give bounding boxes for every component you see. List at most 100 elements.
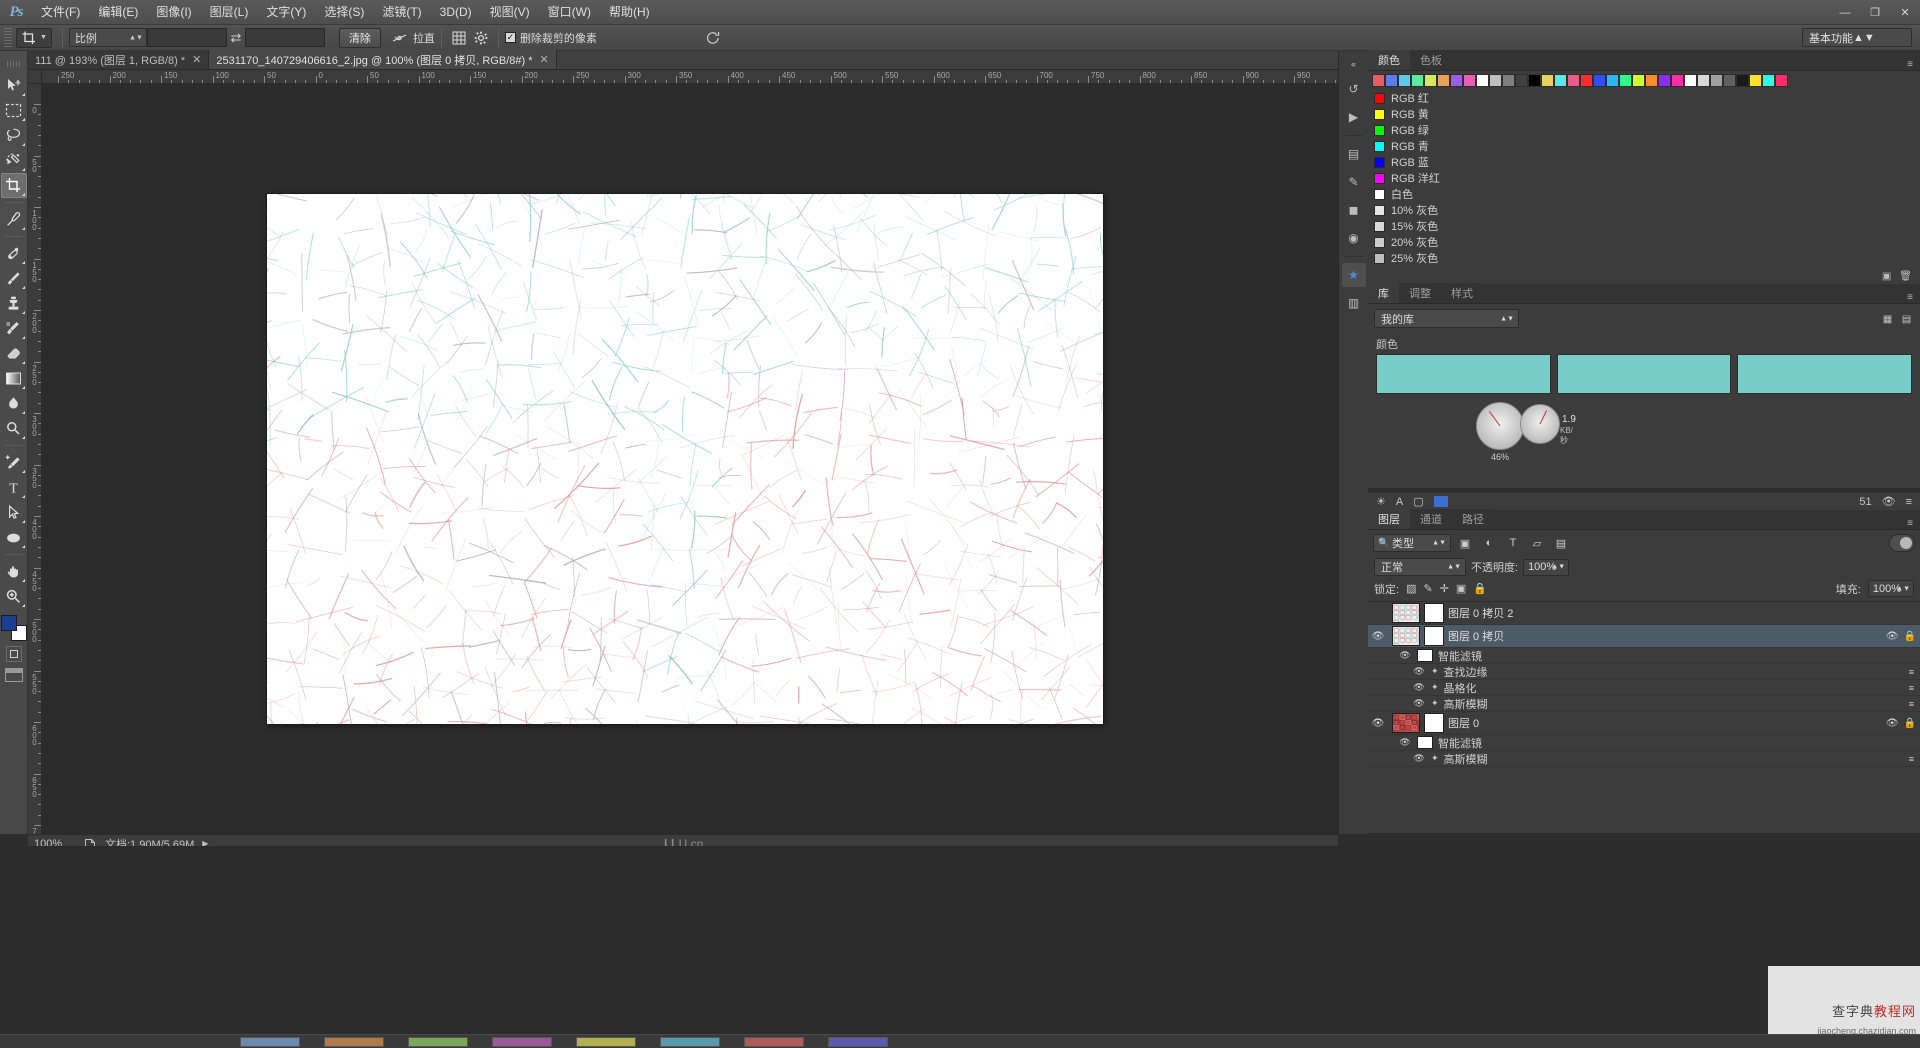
tool-path-selection-tool[interactable] xyxy=(1,500,27,525)
panel-menu-icon[interactable]: ≡ xyxy=(1900,59,1920,70)
layers-tab-2[interactable]: 路径 xyxy=(1452,509,1494,529)
eye-icon[interactable]: 👁 xyxy=(1882,495,1896,508)
layer-thumbnail[interactable] xyxy=(1392,603,1420,623)
color-list-item[interactable]: RGB 红 xyxy=(1368,90,1920,106)
brightness-icon[interactable]: ☀ xyxy=(1376,495,1386,508)
strip-menu-icon[interactable]: ≡ xyxy=(1906,496,1912,508)
color-swatch[interactable] xyxy=(1736,74,1749,87)
color-swatch[interactable] xyxy=(1515,74,1528,87)
lock-icon[interactable]: 🔒 xyxy=(1904,631,1916,642)
tool-eyedropper-tool[interactable] xyxy=(1,207,27,232)
menu-item-3[interactable]: 图层(L) xyxy=(201,0,258,25)
library-swatch[interactable] xyxy=(1376,354,1551,394)
collapse-panels-icon[interactable]: « xyxy=(1351,59,1356,69)
tool-crop-tool[interactable] xyxy=(0,173,27,198)
color-swatch[interactable] xyxy=(1775,74,1788,87)
minimize-button[interactable]: — xyxy=(1830,0,1860,25)
quick-mask-button[interactable] xyxy=(5,646,22,662)
color-swatch[interactable] xyxy=(1762,74,1775,87)
filter-settings-icon[interactable]: ≡ xyxy=(1909,699,1920,709)
smart-filter-icon[interactable]: ▤ xyxy=(1551,534,1571,552)
library-tab-1[interactable]: 调整 xyxy=(1399,283,1441,303)
library-swatch[interactable] xyxy=(1556,354,1732,394)
smart-filter-item[interactable]: 👁 ✦ 高斯模糊 ≡ xyxy=(1368,751,1920,767)
tool-pen-tool[interactable] xyxy=(1,450,27,475)
tool-healing-brush-tool[interactable] xyxy=(1,241,27,266)
taskbar-item[interactable] xyxy=(576,1036,636,1047)
color-list-item[interactable]: 25% 灰色 xyxy=(1368,250,1920,266)
color-swatch[interactable] xyxy=(1372,74,1385,87)
3d-rail-icon[interactable]: ◼ xyxy=(1342,198,1366,222)
color-swatch[interactable] xyxy=(1671,74,1684,87)
eye-icon[interactable]: 👁 xyxy=(1368,631,1388,642)
color-swatch[interactable] xyxy=(1684,74,1697,87)
color-swatch[interactable] xyxy=(1697,74,1710,87)
layer-fx-icon[interactable]: 👁 xyxy=(1886,631,1899,642)
foreground-background-color[interactable] xyxy=(0,615,27,641)
document-canvas[interactable] xyxy=(267,194,1103,724)
tool-dodge-tool[interactable] xyxy=(1,416,27,441)
opacity-field[interactable]: 100% ▲▼ xyxy=(1523,558,1570,576)
color-swatch[interactable] xyxy=(1749,74,1762,87)
type-filter-icon[interactable]: T xyxy=(1503,534,1523,552)
character-rail-icon[interactable]: ◉ xyxy=(1342,226,1366,250)
layer-row[interactable]: 图层 0 拷贝 2 xyxy=(1368,602,1920,625)
new-swatch-icon[interactable]: ▣ xyxy=(1882,271,1891,282)
favorites-rail-icon[interactable]: ★ xyxy=(1341,263,1366,287)
horizontal-ruler[interactable]: 250 200 150 100 50 0 50 100 150 200 250 300 350 400 45… xyxy=(42,70,1338,84)
eye-icon[interactable]: 👁 xyxy=(1412,753,1426,764)
color-swatch[interactable] xyxy=(1710,74,1723,87)
crop-overlay-grid-icon[interactable] xyxy=(448,28,470,48)
filter-enable-toggle[interactable] xyxy=(1889,534,1915,552)
smart-filter-mask-thumb[interactable] xyxy=(1417,736,1433,749)
swap-dimensions-icon[interactable]: ⇄ xyxy=(227,30,245,46)
menu-item-4[interactable]: 文字(Y) xyxy=(257,0,315,25)
smart-filters-group[interactable]: 👁 智能滤镜 xyxy=(1368,735,1920,751)
color-list-item[interactable]: RGB 洋红 xyxy=(1368,170,1920,186)
color-list-item[interactable]: RGB 青 xyxy=(1368,138,1920,154)
smart-filter-item[interactable]: 👁 ✦ 高斯模糊 ≡ xyxy=(1368,696,1920,712)
color-swatch[interactable] xyxy=(1398,74,1411,87)
filter-settings-icon[interactable]: ≡ xyxy=(1909,667,1920,677)
eye-icon[interactable]: 👁 xyxy=(1412,666,1426,677)
layers-tab-0[interactable]: 图层 xyxy=(1368,509,1410,529)
color-swatch[interactable] xyxy=(1476,74,1489,87)
close-button[interactable]: ✕ xyxy=(1890,0,1920,25)
taskbar-item[interactable] xyxy=(324,1036,384,1047)
crop-width-input[interactable] xyxy=(146,28,227,47)
color-list-item[interactable]: RGB 绿 xyxy=(1368,122,1920,138)
menu-item-2[interactable]: 图像(I) xyxy=(147,0,200,25)
color-list-item[interactable]: RGB 黄 xyxy=(1368,106,1920,122)
color-swatch[interactable] xyxy=(1502,74,1515,87)
color-list-item[interactable]: RGB 蓝 xyxy=(1368,154,1920,170)
tool-hand-tool[interactable] xyxy=(1,559,27,584)
layer-row[interactable]: 👁 图层 0 👁 🔒 xyxy=(1368,712,1920,735)
close-tab-icon[interactable]: ✕ xyxy=(540,53,549,66)
document-tab-1[interactable]: 2531170_140729406616_2.jpg @ 100% (图层 0 … xyxy=(209,50,557,69)
menu-item-6[interactable]: 滤镜(T) xyxy=(373,0,430,25)
smart-filter-item[interactable]: 👁 ✦ 晶格化 ≡ xyxy=(1368,680,1920,696)
color-tab-1[interactable]: 色板 xyxy=(1410,50,1452,70)
history-rail-icon[interactable]: ↺ xyxy=(1342,77,1366,101)
filter-settings-icon[interactable]: ≡ xyxy=(1909,683,1920,693)
fill-field[interactable]: 100% ▲▼ xyxy=(1867,580,1914,597)
layer-row[interactable]: 👁 图层 0 拷贝 👁 🔒 xyxy=(1368,625,1920,648)
color-swatch[interactable] xyxy=(1645,74,1658,87)
menu-item-5[interactable]: 选择(S) xyxy=(315,0,373,25)
screen-mode-button[interactable] xyxy=(4,668,23,682)
taskbar-item[interactable] xyxy=(660,1036,720,1047)
color-swatch[interactable] xyxy=(1463,74,1476,87)
menu-item-0[interactable]: 文件(F) xyxy=(32,0,89,25)
canvas-area[interactable] xyxy=(42,84,1338,834)
library-swatch[interactable] xyxy=(1737,354,1913,394)
brush-rail-icon[interactable]: ✎ xyxy=(1342,170,1366,194)
smart-filters-group[interactable]: 👁 智能滤镜 xyxy=(1368,648,1920,664)
crop-height-input[interactable] xyxy=(244,28,325,47)
library-tab-2[interactable]: 样式 xyxy=(1441,283,1483,303)
taskbar-item[interactable] xyxy=(744,1036,804,1047)
color-list-item[interactable]: 20% 灰色 xyxy=(1368,234,1920,250)
color-swatch[interactable] xyxy=(1567,74,1580,87)
menu-item-10[interactable]: 帮助(H) xyxy=(600,0,659,25)
library-select[interactable]: 我的库 ▲▼ xyxy=(1374,309,1519,328)
tool-marquee-tool[interactable] xyxy=(1,98,27,123)
